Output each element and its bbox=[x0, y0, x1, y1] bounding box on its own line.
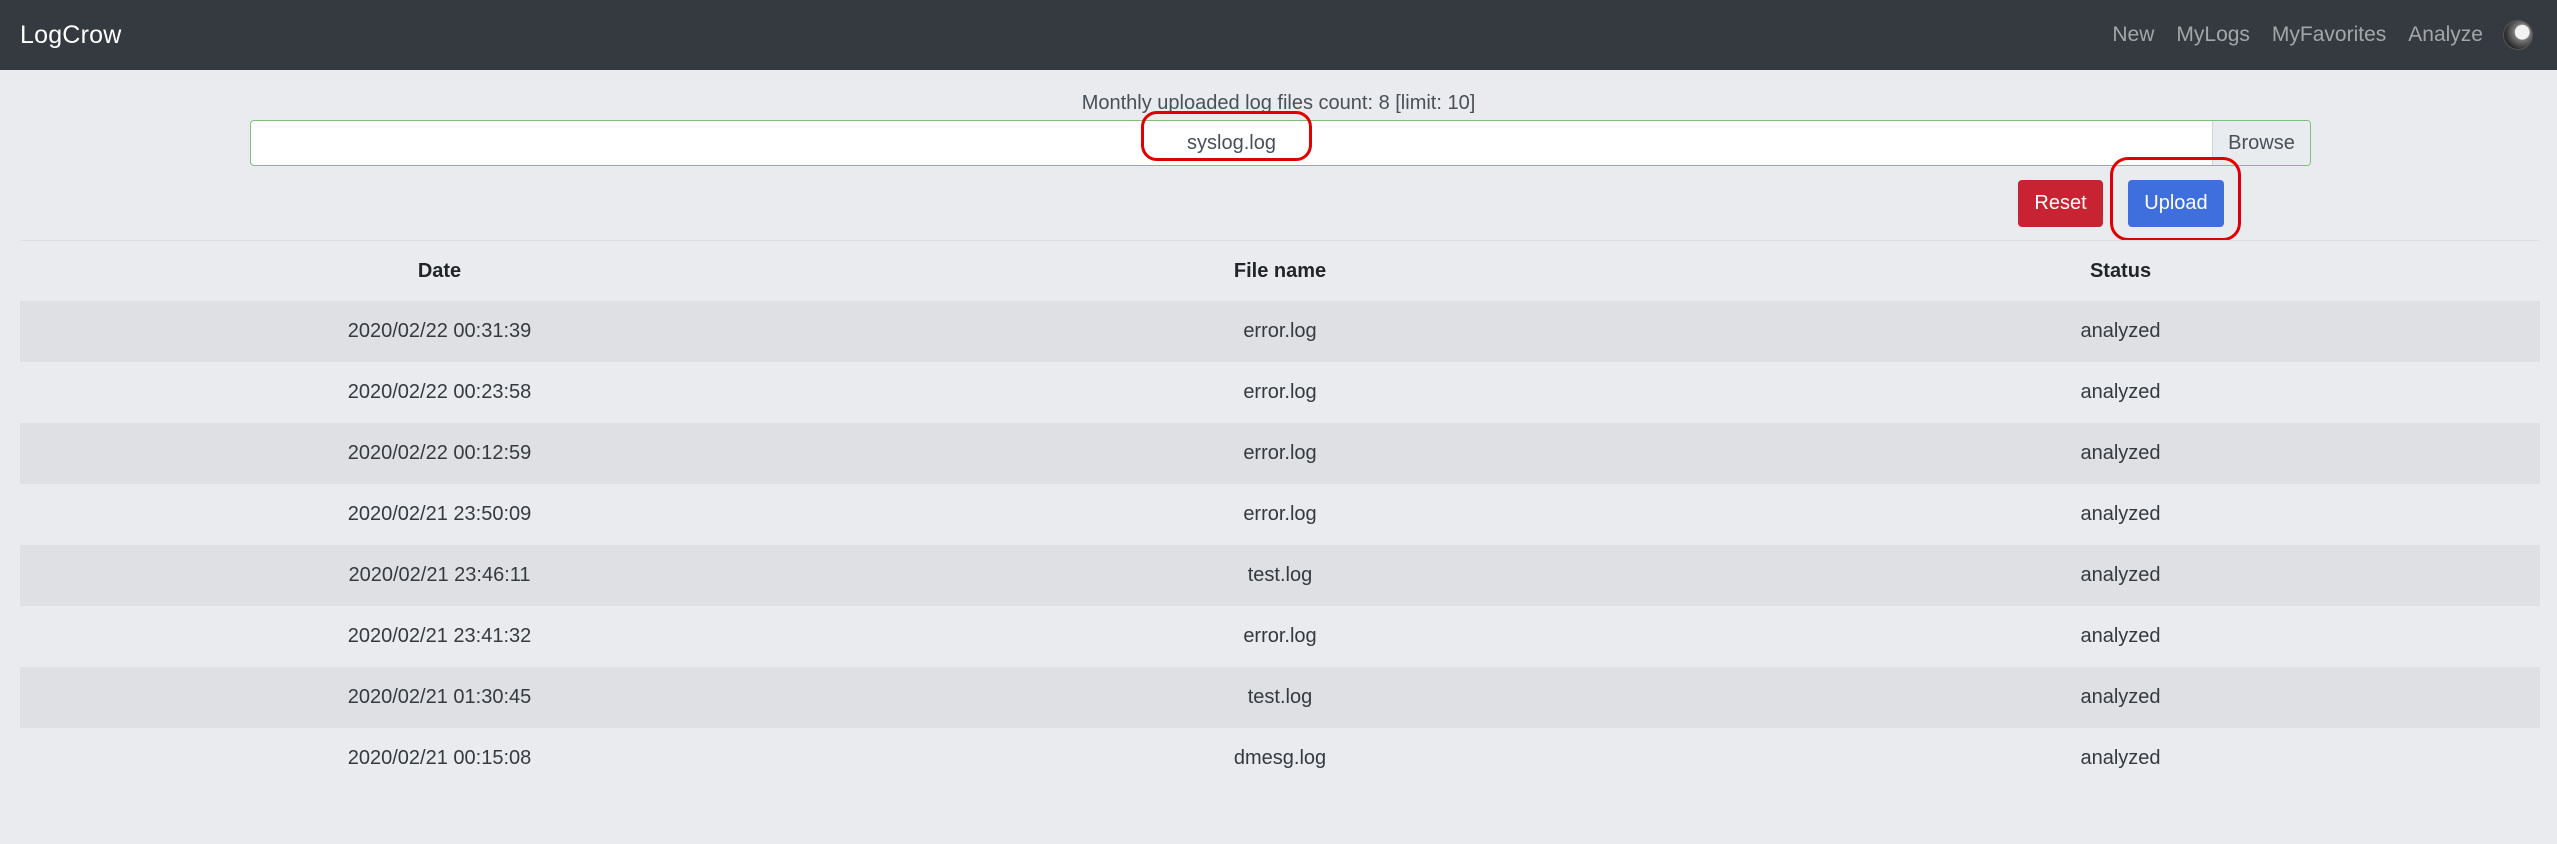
cell-file-name[interactable]: error.log bbox=[859, 301, 1701, 362]
table-row[interactable]: 2020/02/22 00:23:58 error.log analyzed bbox=[20, 362, 2540, 423]
header-date: Date bbox=[417, 259, 462, 282]
header-file-name: File name bbox=[1233, 259, 1327, 282]
cell-file-name[interactable]: test.log bbox=[859, 667, 1701, 728]
cell-file-name[interactable]: test.log bbox=[859, 545, 1701, 606]
table-row[interactable]: 2020/02/21 23:50:09 error.log analyzed bbox=[20, 484, 2540, 545]
file-input[interactable]: syslog.log Browse bbox=[250, 110, 2311, 166]
cell-date: 2020/02/22 00:31:39 bbox=[347, 320, 532, 342]
cell-date: 2020/02/22 00:12:59 bbox=[347, 442, 532, 464]
cell-status: analyzed bbox=[2080, 503, 2161, 525]
annotation-oval-upload bbox=[2110, 157, 2241, 241]
table-row[interactable]: 2020/02/21 00:15:08 dmesg.log analyzed bbox=[20, 728, 2540, 789]
cell-status: analyzed bbox=[2080, 381, 2161, 403]
cell-date: 2020/02/21 23:50:09 bbox=[347, 503, 532, 525]
table-row[interactable]: 2020/02/21 23:46:11 test.log analyzed bbox=[20, 545, 2540, 606]
cell-date: 2020/02/21 23:41:32 bbox=[347, 625, 532, 647]
top-navbar: LogCrow New MyLogs MyFavorites Analyze bbox=[0, 0, 2557, 70]
cell-status: analyzed bbox=[2080, 442, 2161, 464]
table-row[interactable]: 2020/02/21 23:41:32 error.log analyzed bbox=[20, 606, 2540, 667]
nav-link-myfavorites[interactable]: MyFavorites bbox=[2272, 23, 2386, 47]
brand-logo[interactable]: LogCrow bbox=[20, 21, 121, 50]
cell-date: 2020/02/21 23:46:11 bbox=[348, 564, 531, 586]
nav-link-mylogs[interactable]: MyLogs bbox=[2176, 23, 2250, 47]
header-status: Status bbox=[2089, 259, 2152, 282]
user-avatar-icon[interactable] bbox=[2503, 20, 2533, 50]
file-name-wrap: syslog.log bbox=[1141, 110, 1313, 161]
reset-button[interactable]: Reset bbox=[2018, 180, 2103, 227]
cell-status: analyzed bbox=[2080, 625, 2161, 647]
file-input-label[interactable]: syslog.log bbox=[251, 110, 2212, 165]
cell-date: 2020/02/22 00:23:58 bbox=[347, 381, 532, 403]
nav-link-new[interactable]: New bbox=[2112, 23, 2154, 47]
annotation-oval-file bbox=[1141, 110, 1313, 161]
uploads-table: Date File name Status 2020/02/22 00:31:3… bbox=[20, 241, 2540, 789]
nav-links: New MyLogs MyFavorites Analyze bbox=[2090, 20, 2537, 50]
cell-file-name[interactable]: error.log bbox=[859, 362, 1701, 423]
cell-date: 2020/02/21 01:30:45 bbox=[347, 686, 532, 708]
cell-file-name[interactable]: error.log bbox=[859, 606, 1701, 667]
table-header-row: Date File name Status bbox=[20, 241, 2540, 301]
cell-date: 2020/02/21 00:15:08 bbox=[347, 747, 532, 769]
table-row[interactable]: 2020/02/21 01:30:45 test.log analyzed bbox=[20, 667, 2540, 728]
cell-file-name[interactable]: error.log bbox=[859, 423, 1701, 484]
cell-status: analyzed bbox=[2080, 686, 2161, 708]
cell-file-name[interactable]: dmesg.log bbox=[859, 728, 1701, 789]
cell-status: analyzed bbox=[2080, 747, 2161, 769]
table-row[interactable]: 2020/02/22 00:12:59 error.log analyzed bbox=[20, 423, 2540, 484]
nav-link-analyze[interactable]: Analyze bbox=[2408, 23, 2483, 47]
cell-file-name[interactable]: error.log bbox=[859, 484, 1701, 545]
table-row[interactable]: 2020/02/22 00:31:39 error.log analyzed bbox=[20, 301, 2540, 362]
cell-status: analyzed bbox=[2080, 564, 2161, 586]
cell-status: analyzed bbox=[2080, 320, 2161, 342]
